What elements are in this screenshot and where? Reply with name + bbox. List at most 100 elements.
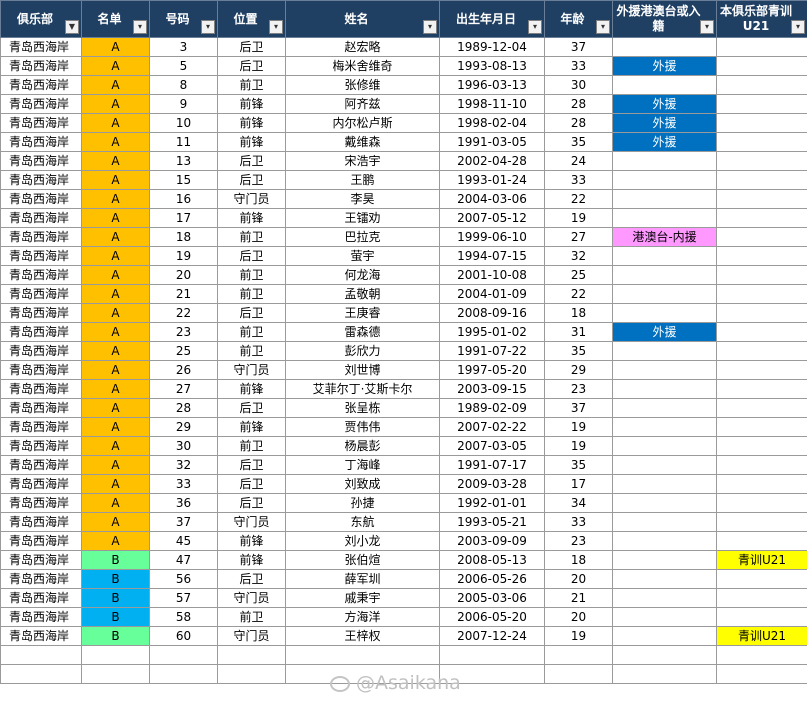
cell-youth[interactable]	[716, 493, 807, 513]
cell-club[interactable]: 青岛西海岸	[0, 398, 82, 418]
cell-birth[interactable]: 1989-12-04	[439, 37, 545, 57]
cell-club[interactable]: 青岛西海岸	[0, 531, 82, 551]
cell-birth[interactable]: 2008-05-13	[439, 550, 545, 570]
cell-position[interactable]: 后卫	[217, 303, 286, 323]
cell-birth[interactable]: 2003-09-09	[439, 531, 545, 551]
cell-youth[interactable]	[716, 436, 807, 456]
table-row[interactable]: 青岛西海岸 A 3 后卫 赵宏略 1989-12-04 37	[0, 37, 807, 57]
cell-name[interactable]: 萤宇	[285, 246, 440, 266]
cell-age[interactable]: 17	[544, 474, 613, 494]
cell-list[interactable]: A	[81, 455, 150, 475]
cell-position[interactable]: 前锋	[217, 379, 286, 399]
cell-number[interactable]: 19	[149, 246, 218, 266]
cell-club[interactable]: 青岛西海岸	[0, 113, 82, 133]
cell-birth[interactable]: 2006-05-26	[439, 569, 545, 589]
cell-name[interactable]: 艾菲尔丁·艾斯卡尔	[285, 379, 440, 399]
cell-foreign[interactable]	[612, 417, 717, 437]
cell-club[interactable]: 青岛西海岸	[0, 246, 82, 266]
cell-number[interactable]: 32	[149, 455, 218, 475]
cell-youth[interactable]	[716, 607, 807, 627]
cell-number[interactable]: 3	[149, 37, 218, 57]
cell-foreign[interactable]: 外援	[612, 113, 717, 133]
cell-name[interactable]: 戚秉宇	[285, 588, 440, 608]
cell-youth[interactable]	[716, 379, 807, 399]
cell-number[interactable]: 8	[149, 75, 218, 95]
cell-number[interactable]: 11	[149, 132, 218, 152]
cell-number[interactable]: 10	[149, 113, 218, 133]
cell-foreign[interactable]	[612, 75, 717, 95]
cell-name[interactable]: 刘世博	[285, 360, 440, 380]
table-row[interactable]: 青岛西海岸 A 36 后卫 孙捷 1992-01-01 34	[0, 493, 807, 513]
cell-age[interactable]: 35	[544, 132, 613, 152]
cell-foreign[interactable]	[612, 626, 717, 646]
cell-age[interactable]: 37	[544, 37, 613, 57]
cell-birth[interactable]: 2001-10-08	[439, 265, 545, 285]
cell-club[interactable]: 青岛西海岸	[0, 189, 82, 209]
cell-position[interactable]: 后卫	[217, 474, 286, 494]
cell-age[interactable]: 19	[544, 626, 613, 646]
cell-youth[interactable]	[716, 588, 807, 608]
cell-club[interactable]: 青岛西海岸	[0, 37, 82, 57]
cell-foreign[interactable]	[612, 170, 717, 190]
table-row[interactable]: 青岛西海岸 B 58 前卫 方海洋 2006-05-20 20	[0, 607, 807, 627]
cell-age[interactable]: 29	[544, 360, 613, 380]
cell-foreign[interactable]	[612, 436, 717, 456]
cell-name[interactable]: 王鹏	[285, 170, 440, 190]
cell-number[interactable]: 58	[149, 607, 218, 627]
cell-club[interactable]: 青岛西海岸	[0, 94, 82, 114]
cell-name[interactable]: 贾伟伟	[285, 417, 440, 437]
cell-number[interactable]: 45	[149, 531, 218, 551]
cell-list[interactable]: A	[81, 341, 150, 361]
cell-club[interactable]: 青岛西海岸	[0, 455, 82, 475]
cell-list[interactable]: A	[81, 132, 150, 152]
cell-number[interactable]: 37	[149, 512, 218, 532]
cell-age[interactable]: 23	[544, 531, 613, 551]
filter-dropdown-icon[interactable]: ▾	[791, 20, 805, 34]
cell-position[interactable]: 守门员	[217, 189, 286, 209]
cell-birth[interactable]: 1994-07-15	[439, 246, 545, 266]
cell-age[interactable]: 21	[544, 588, 613, 608]
cell-youth[interactable]	[716, 474, 807, 494]
cell-birth[interactable]: 1991-03-05	[439, 132, 545, 152]
cell-age[interactable]: 31	[544, 322, 613, 342]
empty-cell[interactable]	[0, 645, 82, 665]
table-row[interactable]: 青岛西海岸 B 47 前锋 张伯煊 2008-05-13 18 青训U21	[0, 550, 807, 570]
cell-number[interactable]: 13	[149, 151, 218, 171]
cell-age[interactable]: 22	[544, 189, 613, 209]
cell-foreign[interactable]	[612, 379, 717, 399]
empty-cell[interactable]	[149, 664, 218, 684]
cell-age[interactable]: 20	[544, 607, 613, 627]
cell-list[interactable]: A	[81, 227, 150, 247]
cell-age[interactable]: 20	[544, 569, 613, 589]
cell-position[interactable]: 前卫	[217, 436, 286, 456]
cell-position[interactable]: 后卫	[217, 493, 286, 513]
table-row[interactable]: 青岛西海岸 A 5 后卫 梅米舍维奇 1993-08-13 33 外援	[0, 56, 807, 76]
cell-list[interactable]: A	[81, 151, 150, 171]
filter-active-icon[interactable]: ▼	[65, 20, 79, 34]
cell-number[interactable]: 47	[149, 550, 218, 570]
cell-club[interactable]: 青岛西海岸	[0, 284, 82, 304]
cell-age[interactable]: 22	[544, 284, 613, 304]
cell-youth[interactable]	[716, 531, 807, 551]
cell-age[interactable]: 18	[544, 303, 613, 323]
cell-youth[interactable]	[716, 37, 807, 57]
cell-position[interactable]: 后卫	[217, 170, 286, 190]
cell-youth[interactable]	[716, 75, 807, 95]
table-row[interactable]: 青岛西海岸 A 23 前卫 雷森德 1995-01-02 31 外援	[0, 322, 807, 342]
cell-list[interactable]: A	[81, 56, 150, 76]
cell-position[interactable]: 后卫	[217, 569, 286, 589]
cell-youth[interactable]	[716, 398, 807, 418]
cell-position[interactable]: 前锋	[217, 208, 286, 228]
cell-foreign[interactable]	[612, 360, 717, 380]
cell-club[interactable]: 青岛西海岸	[0, 588, 82, 608]
cell-number[interactable]: 17	[149, 208, 218, 228]
cell-foreign[interactable]	[612, 569, 717, 589]
cell-club[interactable]: 青岛西海岸	[0, 569, 82, 589]
filter-dropdown-icon[interactable]: ▾	[269, 20, 283, 34]
empty-cell[interactable]	[544, 645, 613, 665]
cell-club[interactable]: 青岛西海岸	[0, 227, 82, 247]
table-row[interactable]: 青岛西海岸 A 27 前锋 艾菲尔丁·艾斯卡尔 2003-09-15 23	[0, 379, 807, 399]
cell-list[interactable]: A	[81, 94, 150, 114]
cell-name[interactable]: 戴维森	[285, 132, 440, 152]
cell-birth[interactable]: 1993-05-21	[439, 512, 545, 532]
